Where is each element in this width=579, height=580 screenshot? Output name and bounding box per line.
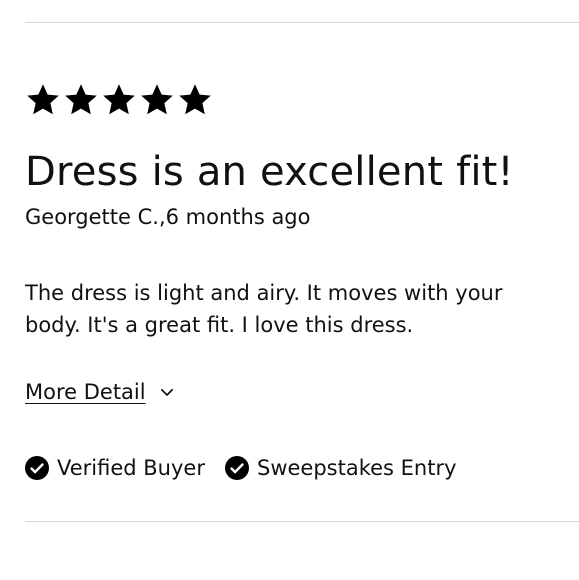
check-circle-icon	[25, 456, 49, 480]
sweepstakes-entry-badge: Sweepstakes Entry	[224, 453, 457, 483]
chevron-down-icon[interactable]	[158, 383, 176, 401]
star-icon	[141, 84, 173, 115]
review-body: The dress is light and airy. It moves wi…	[25, 281, 503, 337]
star-rating	[25, 82, 213, 118]
bottom-divider	[25, 521, 579, 522]
star-icon	[103, 84, 135, 115]
badge-label: Sweepstakes Entry	[256, 456, 457, 480]
check-circle-icon	[224, 456, 249, 480]
star-icon	[65, 84, 97, 115]
more-detail-toggle[interactable]: More Detail	[25, 377, 176, 407]
star-icon	[179, 84, 211, 115]
review-title: Dress is an excellent fit!	[25, 149, 514, 195]
review-badges: Verified Buyer Sweepstakes Entry	[25, 453, 477, 483]
badge-label: Verified Buyer	[57, 456, 205, 480]
top-divider	[25, 22, 579, 23]
star-icon	[27, 84, 59, 115]
verified-buyer-badge: Verified Buyer	[25, 453, 205, 483]
review-author-date: Georgette C.,6 months ago	[25, 205, 311, 229]
more-detail-label[interactable]: More Detail	[25, 377, 146, 407]
